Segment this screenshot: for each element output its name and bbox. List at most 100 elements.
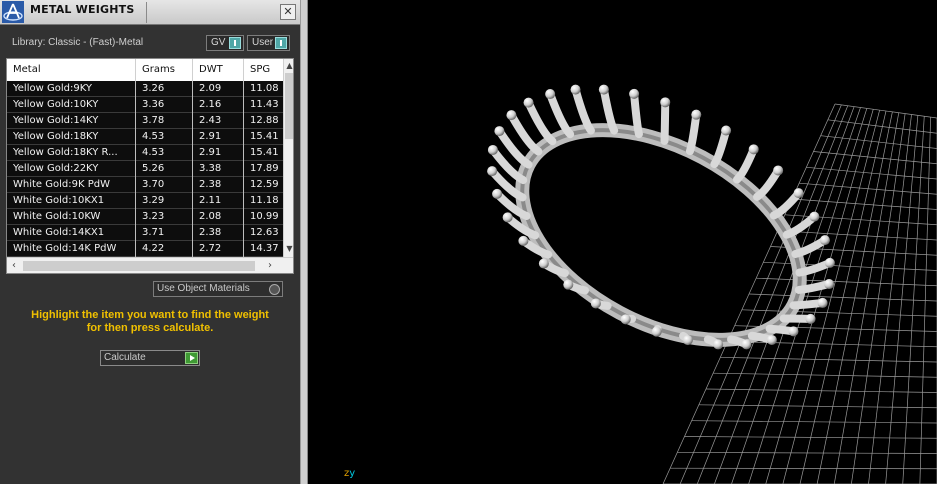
column-header-grams[interactable]: Grams [136,59,193,81]
axis-y-label: y [349,468,356,479]
table-row[interactable]: Yellow Gold:18KY 4.53 2.91 15.41 [7,129,283,145]
table-row[interactable]: Yellow Gold:18KY R... 4.53 2.91 15.41 [7,145,283,161]
table-row[interactable]: White Gold:14K PdW 4.22 2.72 14.37 [7,241,283,257]
table-cell-dwt: 2.43 [193,113,244,129]
table-cell-spg: 17.89 [250,163,279,174]
panel-splitter[interactable] [300,0,308,484]
3d-viewport[interactable]: zy [308,0,937,484]
prong [685,109,702,156]
metal-weights-panel: METAL WEIGHTS ✕ Library: Classic - (Fast… [0,0,300,484]
scroll-down-arrow-icon[interactable]: ▼ [284,243,293,255]
table-cell-metal: White Gold:10KW [7,209,136,225]
user-toggle[interactable]: User [247,35,290,51]
table-cell-spg: 15.41 [250,131,279,142]
table-cell-grams: 5.26 [136,161,193,177]
use-object-materials-toggle[interactable]: Use Object Materials [153,281,283,297]
table-cell-metal: White Gold:14K PdW [7,241,136,257]
scroll-left-arrow-icon[interactable]: ‹ [7,258,21,273]
prong [660,97,671,145]
calculate-button[interactable]: Calculate [100,350,200,366]
panel-title: METAL WEIGHTS [30,3,135,16]
prong [545,89,575,139]
table-row[interactable]: Yellow Gold:14KY 3.78 2.43 12.88 [7,113,283,129]
grid-line [799,110,887,484]
prong [732,144,759,184]
calculate-label: Calculate [104,352,146,363]
table-cell-grams: 3.36 [136,97,193,113]
grid-line [868,114,912,484]
use-object-materials-label: Use Object Materials [157,283,250,294]
vertical-scroll-thumb[interactable] [285,73,293,139]
table-row[interactable]: White Gold:10KW 3.23 2.08 10.99 [7,209,283,225]
prong [651,325,662,337]
app-window: METAL WEIGHTS ✕ Library: Classic - (Fast… [0,0,937,484]
prong [620,314,637,325]
instruction-line-2: for then press calculate. [86,322,214,334]
table-cell-grams: 3.71 [136,225,193,241]
table-cell-dwt: 2.91 [193,129,244,145]
table-cell-dwt: 2.09 [193,81,244,97]
scroll-right-arrow-icon[interactable]: › [263,258,277,273]
table-cell-spg: 11.08 [250,83,279,94]
grid-line [833,112,900,484]
radio-icon[interactable] [269,284,280,295]
table-cell-grams: 4.53 [136,129,193,145]
prong [779,313,816,324]
table-cell-metal: Yellow Gold:18KY R... [7,145,136,161]
table-cell-metal: Yellow Gold:9KY [7,81,136,97]
column-header-dwt[interactable]: DWT [193,59,244,81]
table-cell-dwt: 2.16 [193,97,244,113]
user-toggle-switch-icon[interactable] [275,37,287,49]
table-cell-dwt: 3.38 [193,161,244,177]
table-cell-dwt: 2.38 [193,225,244,241]
prong [791,235,830,258]
play-arrow-icon[interactable] [185,352,198,364]
column-header-metal[interactable]: Metal [7,59,136,81]
table-cell-dwt: 2.38 [193,177,244,193]
table-row[interactable]: Yellow Gold:22KY 5.26 3.38 17.89 [7,161,283,177]
vertical-scrollbar[interactable]: ▲ ▼ [283,59,293,257]
prong [765,324,799,337]
grid-line [851,113,906,484]
table-cell-spg: 12.88 [250,115,279,126]
column-header-spg[interactable]: SPG [244,59,283,81]
prong [747,331,777,345]
title-separator [146,2,147,23]
scroll-up-arrow-icon[interactable]: ▲ [284,60,293,72]
table-cell-spg: 11.18 [250,195,279,206]
axis-indicator: zy [344,468,355,479]
gv-toggle[interactable]: GV [206,35,244,51]
close-button[interactable]: ✕ [280,4,296,20]
table-row[interactable]: White Gold:14KX1 3.71 2.38 12.63 [7,225,283,241]
title-bar[interactable]: METAL WEIGHTS ✕ [0,0,300,25]
table-cell-grams: 3.70 [136,177,193,193]
table-cell-grams: 4.22 [136,241,193,257]
table-header: Metal Grams DWT SPG [7,59,283,81]
prong [570,84,595,135]
table-row[interactable]: White Gold:10KX1 3.29 2.11 11.18 [7,193,283,209]
table-row[interactable]: Yellow Gold:9KY 3.26 2.09 11.08 [7,81,283,97]
table-cell-spg: 10.99 [250,211,279,222]
table-cell-metal: Yellow Gold:18KY [7,129,136,145]
horizontal-scroll-thumb[interactable] [23,261,255,271]
viewport-canvas [487,84,937,484]
horizontal-scrollbar[interactable]: ‹ › [7,257,293,273]
table-cell-grams: 4.53 [136,145,193,161]
close-icon: ✕ [283,5,293,18]
table-row[interactable]: Yellow Gold:10KY 3.36 2.16 11.43 [7,97,283,113]
gv-toggle-switch-icon[interactable] [229,37,241,49]
table-cell-grams: 3.78 [136,113,193,129]
grid-line [885,115,919,484]
metal-table: Metal Grams DWT SPG Yellow Gold:9KY 3.26 2… [6,58,294,274]
table-cell-grams: 3.26 [136,81,193,97]
table-cell-metal: White Gold:14KX1 [7,225,136,241]
table-cell-spg: 14.37 [250,243,279,254]
table-row[interactable]: White Gold:9K PdW 3.70 2.38 12.59 [7,177,283,193]
table-body: Yellow Gold:9KY 3.26 2.09 11.08 Yellow Gold:… [7,81,283,257]
table-cell-dwt: 2.91 [193,145,244,161]
table-cell-metal: White Gold:9K PdW [7,177,136,193]
table-cell-metal: Yellow Gold:10KY [7,97,136,113]
table-cell-dwt: 2.11 [193,193,244,209]
prong [679,331,693,346]
gv-toggle-label: GV [211,37,226,48]
